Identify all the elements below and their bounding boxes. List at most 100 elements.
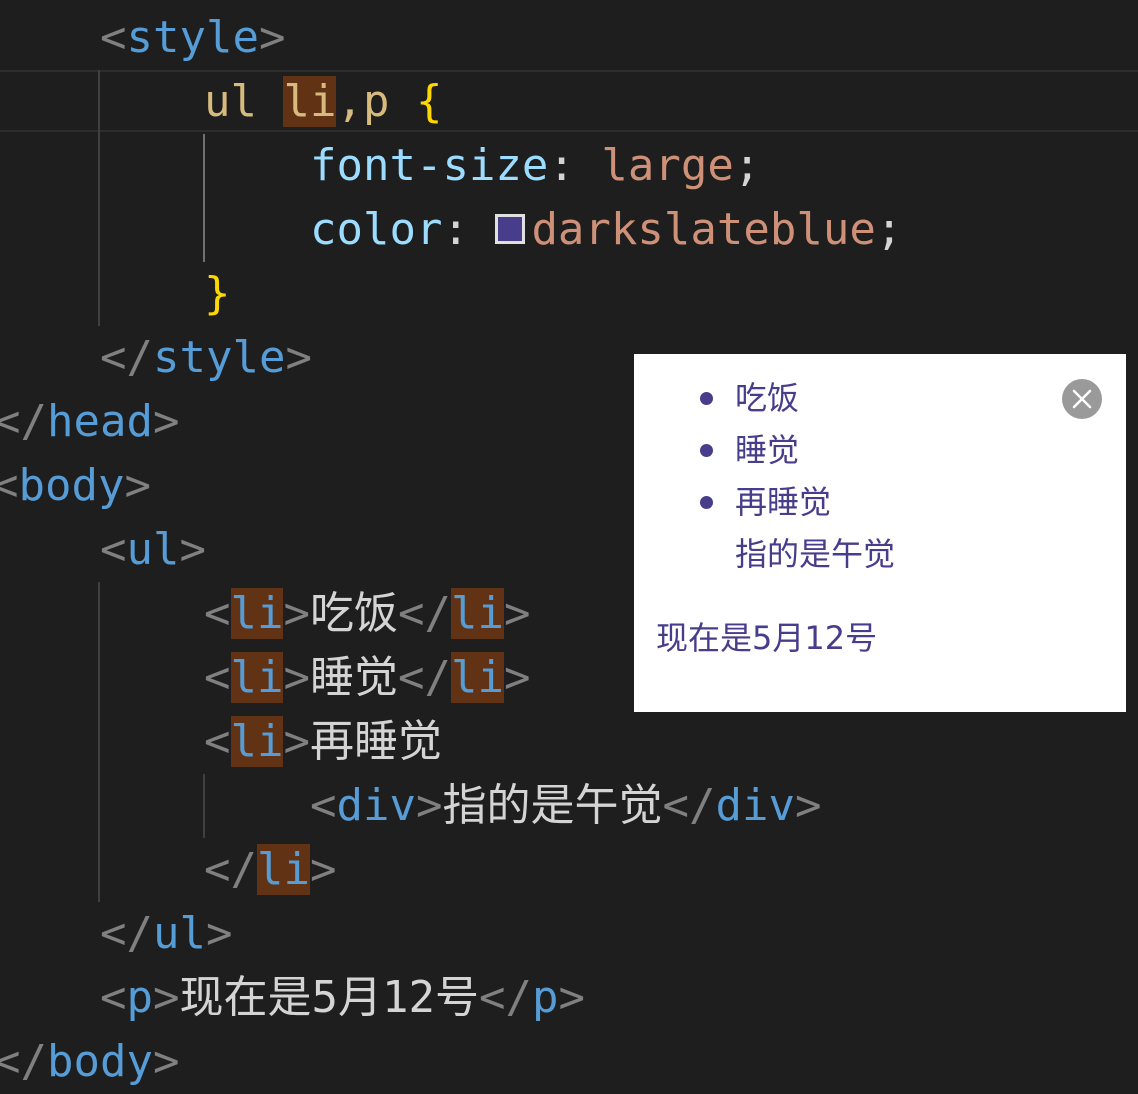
bracket: > [503, 652, 531, 703]
bracket: </ [478, 972, 532, 1023]
code-line-style-open: <style> [100, 6, 285, 70]
tag-name: body [46, 1036, 153, 1087]
bracket: </ [204, 844, 257, 895]
bracket: < [204, 652, 231, 703]
indent-guide-active [203, 134, 205, 262]
text-content: 吃饭 [309, 588, 398, 639]
property-color: color [310, 204, 443, 255]
indent-guide [203, 774, 205, 838]
tag-name: head [46, 396, 153, 447]
tag-li-highlighted: li [450, 588, 504, 639]
bracket: > [152, 1036, 180, 1087]
bracket: > [153, 972, 180, 1023]
bracket: < [100, 12, 127, 63]
selector-rest: ,p [336, 76, 416, 127]
bracket: > [503, 588, 531, 639]
value-large: large [601, 140, 734, 191]
tag-li-highlighted: li [256, 844, 310, 895]
bracket: > [283, 652, 310, 703]
brace-close: } [204, 268, 231, 319]
code-line-ul-close: </ul> [100, 902, 232, 966]
bracket: < [310, 780, 337, 831]
bracket: </ [0, 396, 47, 447]
code-line-li-1: <li>吃饭</li> [204, 582, 530, 646]
bracket: > [415, 780, 443, 831]
value-darkslateblue: darkslateblue [531, 204, 876, 255]
tag-li-highlighted: li [450, 652, 504, 703]
code-line-style-close: </style> [100, 326, 312, 390]
bracket: > [309, 844, 337, 895]
brace-open: { [415, 76, 443, 127]
bracket: > [179, 524, 206, 575]
bullet-icon [700, 496, 713, 509]
tag-name: p [531, 972, 559, 1023]
semicolon: ; [733, 140, 761, 191]
code-line-brace-close: } [204, 262, 231, 326]
property-font-size: font-size [310, 140, 549, 191]
bullet-icon [700, 392, 713, 405]
bracket: </ [662, 780, 716, 831]
bracket: > [285, 332, 312, 383]
colon: : [442, 204, 496, 255]
indent-guide [98, 70, 100, 326]
tag-name: div [336, 780, 416, 831]
bracket: < [100, 524, 127, 575]
code-line-li-2: <li>睡觉</li> [204, 646, 530, 710]
tag-name: ul [152, 908, 206, 959]
bracket: < [0, 460, 19, 511]
list-item-text: 吃饭 [735, 379, 800, 417]
bracket: > [558, 972, 585, 1023]
text-content: 指的是午觉 [442, 780, 663, 831]
bracket: < [204, 588, 231, 639]
code-line-body-open: <body> [0, 454, 151, 518]
tag-li-highlighted: li [230, 588, 284, 639]
code-line-body-close: </body> [0, 1030, 179, 1094]
bracket: > [152, 396, 180, 447]
list-item: 睡觉 [634, 424, 1126, 476]
code-line-li-close: </li> [204, 838, 336, 902]
list-item-subtext: 指的是午觉 [735, 535, 896, 573]
bracket: > [794, 780, 822, 831]
bracket: </ [397, 588, 451, 639]
tag-name: style [152, 332, 286, 383]
code-line-p: <p>现在是5月12号</p> [100, 966, 585, 1030]
bracket: > [205, 908, 233, 959]
bracket: > [283, 716, 310, 767]
bullet-icon [700, 444, 713, 457]
preview-paragraph: 现在是5月12号 [656, 619, 878, 657]
preview-list: 吃饭 睡觉 再睡觉 指的是午觉 [634, 372, 1126, 580]
list-item-text: 再睡觉 [735, 483, 832, 521]
indent-guide [98, 582, 100, 902]
semicolon: ; [875, 204, 903, 255]
bracket: > [124, 460, 151, 511]
bracket: </ [397, 652, 451, 703]
bracket: > [258, 12, 286, 63]
code-line-selector: ul li,p { [204, 70, 442, 134]
tag-name: style [126, 12, 259, 63]
code-line-head-close: </head> [0, 390, 179, 454]
list-item-text: 睡觉 [735, 431, 800, 469]
tag-name: p [126, 972, 154, 1023]
bracket: < [204, 716, 231, 767]
bracket: < [100, 972, 127, 1023]
tag-name: body [18, 460, 125, 511]
code-line-div: <div>指的是午觉</div> [310, 774, 821, 838]
bracket: </ [0, 1036, 47, 1087]
code-line-color: color: darkslateblue; [310, 198, 902, 262]
selector-ul: ul [204, 76, 284, 127]
selector-li-highlighted: li [283, 76, 337, 127]
text-content: 现在是5月12号 [179, 972, 479, 1023]
list-item: 吃饭 [634, 372, 1126, 424]
tag-name: ul [126, 524, 180, 575]
bracket: </ [100, 332, 153, 383]
color-swatch[interactable] [495, 214, 526, 244]
text-content: 睡觉 [309, 652, 398, 703]
tag-name: div [715, 780, 795, 831]
tag-li-highlighted: li [230, 652, 284, 703]
code-line-font-size: font-size: large; [310, 134, 760, 198]
bracket: > [283, 588, 310, 639]
colon: : [548, 140, 602, 191]
code-line-li-3: <li>再睡觉 [204, 710, 442, 774]
preview-panel: 吃饭 睡觉 再睡觉 指的是午觉 现在是5月12号 [634, 354, 1126, 712]
list-item: 再睡觉 [634, 476, 1126, 528]
